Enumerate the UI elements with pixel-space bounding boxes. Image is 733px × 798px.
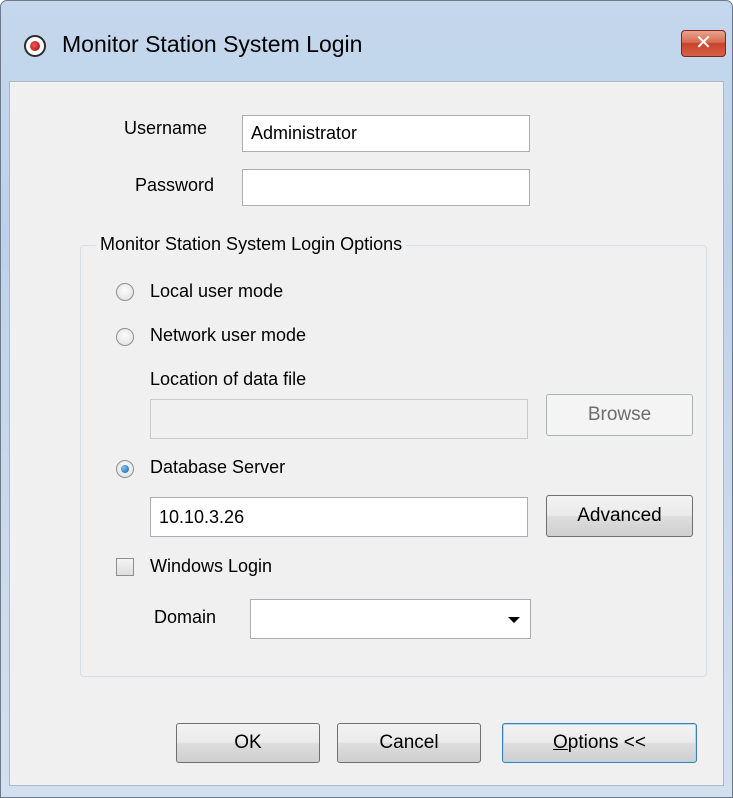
data-file-label: Location of data file xyxy=(150,369,307,389)
network-user-mode-label[interactable]: Network user mode xyxy=(150,325,306,346)
database-server-radio[interactable] xyxy=(116,460,134,478)
database-server-input[interactable] xyxy=(150,497,528,537)
database-server-label[interactable]: Database Server xyxy=(150,457,285,478)
login-options-legend: Monitor Station System Login Options xyxy=(96,234,407,255)
password-label: Password xyxy=(135,175,215,195)
windows-login-checkbox[interactable] xyxy=(116,558,134,576)
domain-label: Domain xyxy=(154,607,217,627)
local-user-mode-radio[interactable] xyxy=(116,283,134,301)
options-button-label: ptions << xyxy=(567,732,646,753)
title-bar[interactable]: Monitor Station System Login ✕ xyxy=(1,1,732,81)
windows-login-label[interactable]: Windows Login xyxy=(150,556,272,577)
password-input[interactable] xyxy=(242,169,530,206)
browse-button[interactable]: Browse xyxy=(546,394,693,436)
login-window: Monitor Station System Login ✕ Username … xyxy=(0,0,733,798)
username-input[interactable] xyxy=(242,115,530,152)
local-user-mode-label[interactable]: Local user mode xyxy=(150,281,283,302)
eye-icon xyxy=(24,35,46,57)
options-mnemonic: O xyxy=(553,732,568,753)
cancel-button[interactable]: Cancel xyxy=(337,723,481,763)
dialog-body: Username Password Monitor Station System… xyxy=(9,81,724,786)
advanced-button[interactable]: Advanced xyxy=(546,495,693,537)
chevron-down-icon[interactable] xyxy=(508,617,520,623)
data-file-input[interactable] xyxy=(150,399,528,439)
network-user-mode-radio[interactable] xyxy=(116,328,134,346)
options-button[interactable]: Options << xyxy=(502,723,697,763)
username-label: Username xyxy=(124,118,208,138)
ok-button[interactable]: OK xyxy=(176,723,320,763)
close-icon[interactable]: ✕ xyxy=(681,30,726,57)
window-title: Monitor Station System Login xyxy=(62,31,363,57)
domain-select[interactable] xyxy=(250,599,531,639)
